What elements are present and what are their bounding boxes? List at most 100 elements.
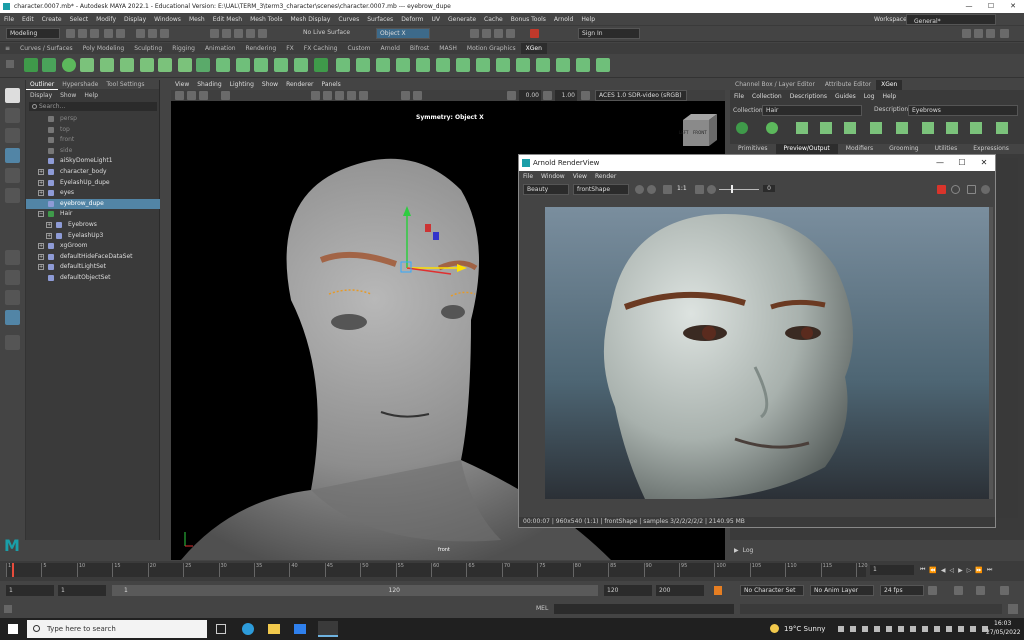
clear-preview-icon[interactable]: [946, 122, 958, 134]
step-forward-frame-icon[interactable]: ▷: [967, 567, 972, 574]
outliner-item[interactable]: aiSkyDomeLight1: [26, 156, 160, 166]
anim-layer-dropdown[interactable]: No Anim Layer: [810, 585, 874, 596]
update-preview-icon[interactable]: [922, 122, 934, 134]
guide-display-icon[interactable]: [970, 122, 982, 134]
time-slider[interactable]: 1 5 10 15 20 25 30 35 40 45 50 55 60 65 70 75 80 85 90 95 10…: [0, 561, 1024, 581]
bookmark-icon[interactable]: [187, 91, 196, 100]
shelf-tab-fx-caching[interactable]: FX Caching: [299, 43, 343, 54]
single-perspective-layout-icon[interactable]: [5, 250, 20, 265]
step-forward-key-icon[interactable]: ⏩: [975, 567, 982, 574]
playback-start-field[interactable]: 1: [58, 585, 106, 596]
persp-outliner-layout-icon[interactable]: [5, 290, 20, 305]
splines-icon[interactable]: [596, 58, 610, 72]
tab-xgen[interactable]: XGen: [876, 80, 903, 90]
task-view-icon[interactable]: [216, 624, 226, 634]
outliner-item[interactable]: + Eyebrows: [26, 220, 160, 230]
exposure-value[interactable]: 0: [763, 185, 775, 192]
fit-view-icon[interactable]: [663, 185, 672, 194]
menu-cache[interactable]: Cache: [480, 13, 507, 26]
symmetry-dropdown[interactable]: Object X: [376, 28, 430, 39]
subtab-utilities[interactable]: Utilities: [927, 144, 966, 154]
freeze-brush-icon[interactable]: [416, 58, 430, 72]
shelf-tab-bifrost[interactable]: Bifrost: [405, 43, 434, 54]
gamma-field[interactable]: 1.00: [555, 90, 577, 101]
audio-icon[interactable]: [954, 586, 963, 595]
interactive-groom-icon[interactable]: [766, 122, 778, 134]
outliner-item[interactable]: eyebrow_dupe: [26, 198, 160, 209]
outliner-item[interactable]: front: [26, 135, 160, 145]
guide-lengths-icon[interactable]: [158, 58, 172, 72]
edge-browser-icon[interactable]: [242, 623, 254, 635]
sculpt-icon[interactable]: [996, 122, 1008, 134]
outliner-item[interactable]: + EyelashUp3: [26, 231, 160, 241]
sign-in-button[interactable]: Sign In: [578, 28, 640, 39]
create-description-icon[interactable]: [42, 58, 56, 72]
shelf-tab-rigging[interactable]: Rigging: [167, 43, 200, 54]
animation-end-field[interactable]: 200: [656, 585, 704, 596]
shelf-tab-arnold[interactable]: Arnold: [375, 43, 404, 54]
outliner-item[interactable]: + defaultLightSet: [26, 262, 160, 272]
scale-tool-icon[interactable]: [5, 188, 20, 203]
clock-date[interactable]: 27/05/2022: [986, 629, 1021, 636]
select-tool-icon[interactable]: [5, 88, 20, 103]
snap-surface-icon[interactable]: [258, 29, 267, 38]
log-section[interactable]: ▶ Log: [730, 544, 1024, 556]
place-guides-icon[interactable]: [80, 58, 94, 72]
tab-attribute-editor[interactable]: Attribute Editor: [820, 80, 876, 90]
toggle-attribute-editor-icon[interactable]: [974, 29, 983, 38]
shelf-tab-poly-modeling[interactable]: Poly Modeling: [78, 43, 130, 54]
system-tray-icons[interactable]: [838, 626, 988, 632]
clock-time[interactable]: 16:03: [994, 620, 1011, 627]
aov-dropdown[interactable]: Beauty: [523, 184, 569, 195]
menu-set-dropdown[interactable]: Modeling: [6, 28, 60, 39]
camera-dropdown[interactable]: frontShape: [573, 184, 629, 195]
alpha-channel-icon[interactable]: [647, 185, 656, 194]
outliner-search-input[interactable]: Search...: [29, 102, 157, 111]
arnold-render-icon[interactable]: [530, 29, 539, 38]
menu-arnold[interactable]: Arnold: [550, 13, 577, 26]
expand-toggle-icon[interactable]: −: [38, 211, 44, 218]
shelf-tab-motion-graphics[interactable]: Motion Graphics: [462, 43, 521, 54]
description-dropdown[interactable]: Eyebrows: [908, 105, 1018, 116]
isolate-select-icon[interactable]: [401, 91, 410, 100]
expand-toggle-icon[interactable]: +: [38, 190, 44, 197]
ipr-render-icon[interactable]: [482, 29, 491, 38]
bend-brush-icon[interactable]: [516, 58, 530, 72]
smooth-brush-icon[interactable]: [396, 58, 410, 72]
live-surface-label[interactable]: No Live Surface: [303, 29, 350, 36]
render-view-menu-view[interactable]: View: [569, 172, 591, 182]
wireframe-icon[interactable]: [311, 91, 320, 100]
guide-tool-icon[interactable]: [796, 122, 808, 134]
width-brush-icon[interactable]: [456, 58, 470, 72]
density-brush-icon[interactable]: [216, 58, 230, 72]
comb-icon[interactable]: [178, 58, 192, 72]
move-tool-icon[interactable]: [5, 148, 20, 163]
menu-generate[interactable]: Generate: [444, 13, 480, 26]
windows-start-icon[interactable]: [8, 624, 18, 634]
script-editor-icon[interactable]: [1008, 604, 1018, 614]
expand-toggle-icon[interactable]: +: [38, 169, 44, 175]
command-input[interactable]: [554, 604, 734, 614]
play-backward-icon[interactable]: ◁: [950, 567, 955, 574]
shadows-icon[interactable]: [359, 91, 368, 100]
collection-dropdown[interactable]: Hair: [762, 105, 862, 116]
render-frame-icon[interactable]: [470, 29, 479, 38]
interactive-groom-icon[interactable]: [62, 58, 76, 72]
render-view-menu-render[interactable]: Render: [591, 172, 620, 182]
workspace-dropdown[interactable]: General*: [906, 14, 996, 25]
subtab-expressions[interactable]: Expressions: [965, 144, 1017, 154]
preview-icon[interactable]: [896, 122, 908, 134]
spray-brush-icon[interactable]: [576, 58, 590, 72]
playhead[interactable]: [12, 563, 14, 577]
tab-channel-box-layer-editor[interactable]: Channel Box / Layer Editor: [730, 80, 820, 90]
xgen-menu-help[interactable]: Help: [879, 92, 901, 102]
go-to-start-icon[interactable]: ⏮: [920, 566, 925, 574]
arnold-render-view-window[interactable]: Arnold RenderView — ☐ ✕ File Window View Re…: [518, 154, 996, 528]
step-back-key-icon[interactable]: ⏪: [929, 567, 936, 574]
add-guide-icon[interactable]: [820, 122, 832, 134]
exposure-field[interactable]: 0.00: [519, 90, 541, 101]
outliner-item[interactable]: + character_body: [26, 167, 160, 177]
snap-grid-icon[interactable]: [210, 29, 219, 38]
view-transform-dropdown[interactable]: ACES 1.0 SDR-video (sRGB): [595, 90, 687, 101]
subtab-modifiers[interactable]: Modifiers: [838, 144, 881, 154]
